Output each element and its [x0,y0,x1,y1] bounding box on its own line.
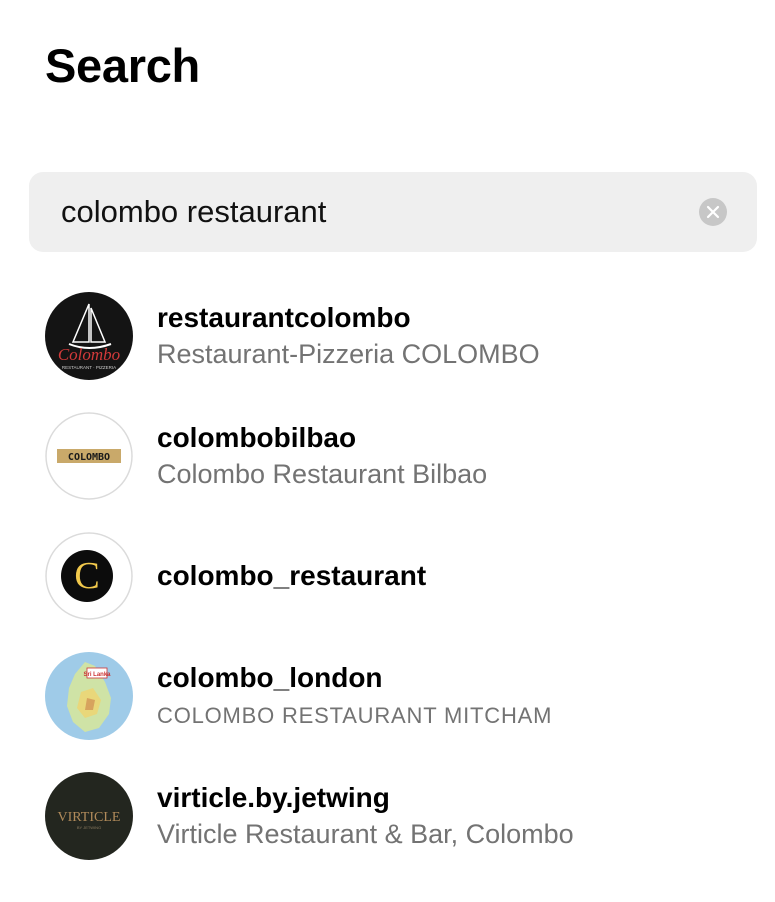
avatar: Colombo RESTAURANT · PIZZERIA [45,292,133,380]
search-result-colombobilbao[interactable]: COLOMBO colombobilbao Colombo Restaurant… [45,412,755,532]
search-result-virticle-by-jetwing[interactable]: VIRTICLE BY JETWING virticle.by.jetwing … [45,772,755,892]
svg-text:BY JETWING: BY JETWING [77,825,101,830]
svg-text:Sri Lanka: Sri Lanka [83,672,111,678]
result-username: virticle.by.jetwing [157,782,390,813]
page-title: Search [45,39,200,92]
result-username: colombo_london [157,662,383,693]
letter-c-logo-icon: C [45,532,133,620]
sri-lanka-map-icon: Sri Lanka [45,652,133,740]
search-result-restaurantcolombo[interactable]: Colombo RESTAURANT · PIZZERIA restaurant… [45,292,755,412]
search-result-colombo-restaurant[interactable]: C colombo_restaurant [45,532,755,652]
search-input[interactable] [61,182,699,242]
search-result-colombo-london[interactable]: Sri Lanka colombo_london COLOMBO RESTAUR… [45,652,755,772]
result-fullname: Restaurant-Pizzeria COLOMBO [157,339,540,369]
avatar: C [45,532,133,620]
svg-text:Colombo: Colombo [58,345,120,364]
result-fullname: Virticle Restaurant & Bar, Colombo [157,819,574,849]
avatar: COLOMBO [45,412,133,500]
virticle-logo-icon: VIRTICLE BY JETWING [45,772,133,860]
result-fullname: Colombo Restaurant Bilbao [157,459,488,489]
svg-text:C: C [74,555,99,597]
avatar: VIRTICLE BY JETWING [45,772,133,860]
result-fullname: COLOMBO RESTAURANT MITCHAM [157,703,553,728]
result-username: colombo_restaurant [157,560,427,591]
svg-text:COLOMBO: COLOMBO [68,452,110,463]
result-username: restaurantcolombo [157,302,411,333]
clear-search-button[interactable] [699,198,727,226]
search-results-list: Colombo RESTAURANT · PIZZERIA restaurant… [45,292,755,892]
colombo-pizzeria-logo-icon: Colombo RESTAURANT · PIZZERIA [45,292,133,380]
svg-text:VIRTICLE: VIRTICLE [58,810,121,825]
search-bar[interactable] [29,172,757,252]
svg-text:RESTAURANT · PIZZERIA: RESTAURANT · PIZZERIA [62,365,116,370]
close-icon [706,205,720,219]
avatar: Sri Lanka [45,652,133,740]
result-username: colombobilbao [157,422,357,453]
colombo-bilbao-logo-icon: COLOMBO [45,412,133,500]
